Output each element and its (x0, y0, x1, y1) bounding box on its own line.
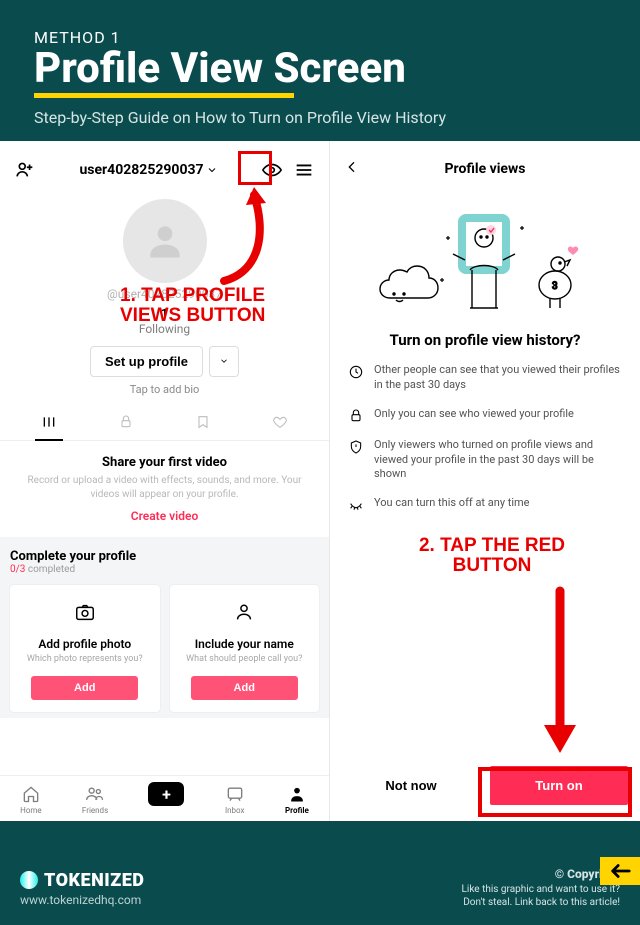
nav-friends[interactable]: Friends (82, 784, 108, 815)
clock-icon (348, 364, 364, 380)
complete-profile-progress: 0/3 completed (10, 564, 319, 575)
annotation-arrow-1 (206, 181, 276, 291)
nav-inbox[interactable]: Inbox (225, 784, 245, 815)
info-item: Only viewers who turned on profile views… (348, 438, 622, 483)
copyright-label: © Copyright (462, 866, 621, 882)
annotation-step2: 2. TAP THE RED BUTTON (412, 536, 572, 576)
eye-closed-icon (348, 497, 364, 513)
username-dropdown[interactable]: user402825290037 (79, 162, 217, 178)
friends-icon (85, 784, 105, 804)
first-video-prompt: Share your first video Record or upload … (0, 441, 329, 531)
add-friend-icon[interactable] (14, 159, 36, 181)
profile-topbar: user402825290037 (0, 141, 329, 187)
nav-post[interactable]: + Post (148, 782, 184, 817)
lock-icon (348, 408, 364, 424)
first-video-desc: Record or upload a video with effects, s… (18, 474, 311, 501)
annotation-step1: 1. TAP PROFILE VIEWS BUTTON (120, 286, 320, 326)
turn-on-button[interactable]: Turn on (490, 766, 628, 805)
info-item: You can turn this off at any time (348, 496, 622, 513)
first-video-heading: Share your first video (18, 455, 311, 470)
home-icon (21, 784, 41, 804)
info-list: Other people can see that you viewed the… (330, 363, 640, 513)
arrow-badge[interactable] (600, 857, 640, 885)
right-title: Profile views (364, 161, 606, 177)
bio-prompt[interactable]: Tap to add bio (0, 383, 329, 396)
footer: TOKENIZED www.tokenizedhq.com © Copyrigh… (0, 851, 640, 925)
copyright-block: © Copyright Like this graphic and want t… (462, 866, 621, 909)
not-now-button[interactable]: Not now (342, 766, 480, 805)
page-subtitle: Step-by-Step Guide on How to Turn on Pro… (34, 108, 606, 127)
tab-saved[interactable] (187, 408, 219, 440)
info-item: Only you can see who viewed your profile (348, 407, 622, 424)
complete-profile-section: Complete your profile 0/3 completed Add … (0, 537, 329, 718)
tab-private[interactable] (110, 408, 142, 440)
annotation-arrow-2 (530, 581, 590, 761)
info-item: Other people can see that you viewed the… (348, 363, 622, 393)
shield-icon (348, 439, 364, 455)
annotation-highlight-box (238, 151, 272, 185)
add-name-button[interactable]: Add (191, 676, 298, 700)
create-video-link[interactable]: Create video (18, 509, 311, 523)
username-text: user402825290037 (79, 162, 203, 178)
hero-header: METHOD 1 Profile View Screen Step-by-Ste… (0, 0, 640, 141)
profile-screen: user402825290037 @user402825290037 1 Fol… (0, 141, 330, 821)
copyright-line2: Don't steal. Link back to this article! (462, 896, 621, 910)
add-photo-button[interactable]: Add (31, 676, 138, 700)
inbox-icon (225, 784, 245, 804)
card-add-photo: Add profile photo Which photo represents… (10, 585, 160, 712)
avatar-placeholder[interactable] (123, 199, 207, 283)
title-underline (34, 93, 294, 98)
chevron-down-icon (206, 164, 218, 176)
back-button[interactable] (344, 159, 364, 179)
nav-home[interactable]: Home (20, 784, 42, 815)
brand-url[interactable]: www.tokenizedhq.com (20, 893, 144, 907)
copyright-line1: Like this graphic and want to use it? (462, 883, 621, 897)
phone-panels: user402825290037 @user402825290037 1 Fol… (0, 141, 640, 821)
tab-liked[interactable] (264, 408, 296, 440)
setup-profile-button[interactable]: Set up profile (90, 346, 203, 377)
tab-feed[interactable] (33, 408, 65, 440)
card-sub: Which photo represents you? (18, 654, 152, 664)
prompt-buttons: Not now Turn on (330, 766, 640, 815)
caret-down-icon (219, 356, 229, 366)
post-button-icon: + (148, 782, 184, 806)
brand-block: TOKENIZED www.tokenizedhq.com (20, 870, 144, 907)
hamburger-menu-icon[interactable] (293, 159, 315, 181)
card-title: Add profile photo (18, 637, 152, 651)
arrow-left-icon (609, 863, 631, 879)
prompt-heading: Turn on profile view history? (330, 331, 640, 349)
illustration: 3 (330, 185, 640, 325)
complete-profile-heading: Complete your profile (10, 549, 319, 564)
card-title: Include your name (178, 637, 312, 651)
profile-tabstrip (0, 404, 329, 441)
setup-caret-button[interactable] (209, 346, 239, 377)
nav-profile[interactable]: Profile (285, 784, 309, 815)
right-topbar: Profile views (330, 141, 640, 185)
page-title: Profile View Screen (34, 47, 606, 91)
brand-logo-icon (20, 871, 38, 889)
person-icon (233, 601, 255, 623)
svg-text:3: 3 (552, 281, 558, 292)
bottom-navbar: Home Friends + Post Inbox Profile (0, 775, 329, 821)
card-sub: What should people call you? (178, 654, 312, 664)
card-include-name: Include your name What should people cal… (170, 585, 320, 712)
profile-views-prompt-screen: Profile views (330, 141, 640, 821)
brand-name: TOKENIZED (44, 870, 144, 891)
chevron-left-icon (344, 159, 360, 175)
profile-icon (287, 784, 307, 804)
camera-icon (74, 601, 96, 623)
